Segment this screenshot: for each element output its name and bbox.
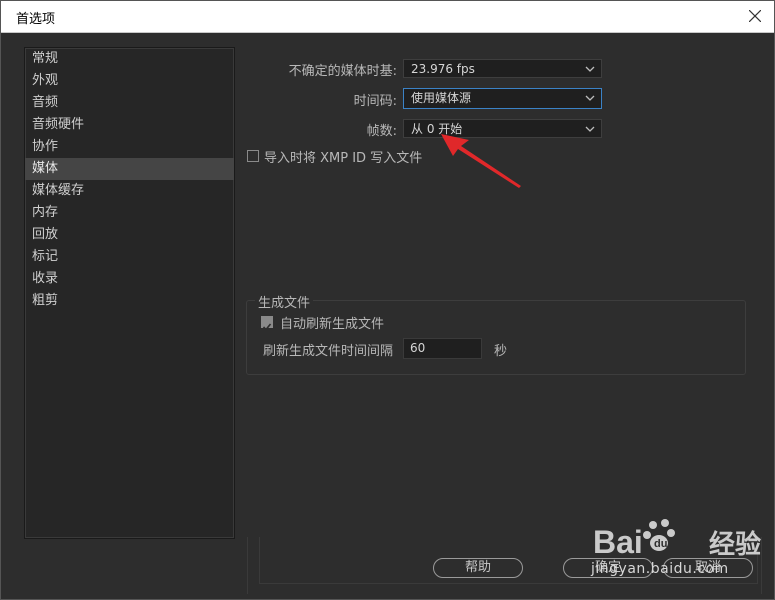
sidebar-item-markers[interactable]: 标记 <box>25 246 234 268</box>
xmp-checkbox[interactable] <box>247 150 259 162</box>
timecode-value: 使用媒体源 <box>411 91 472 105</box>
auto-refresh-checkbox[interactable] <box>261 316 273 331</box>
sidebar-item-media-cache[interactable]: 媒体缓存 <box>25 180 234 202</box>
svg-text:Bai: Bai <box>593 524 643 560</box>
help-button[interactable]: 帮助 <box>433 558 523 578</box>
sidebar-item-collaboration[interactable]: 协作 <box>25 136 234 158</box>
category-list: 常规 外观 音频 音频硬件 协作 媒体 媒体缓存 内存 回放 标记 收录 粗剪 <box>24 47 235 539</box>
generated-files-group <box>246 300 746 375</box>
watermark-brand: 经验 <box>709 529 761 559</box>
svg-text:du: du <box>654 538 667 550</box>
baidu-paw-icon: du <box>643 519 675 551</box>
title-bar: 首选项 <box>1 1 774 33</box>
annotation-arrow <box>441 134 521 188</box>
generated-files-title: 生成文件 <box>255 292 314 311</box>
close-icon <box>749 10 761 22</box>
watermark-url: jingyan.baidu.com <box>591 561 729 577</box>
timebase-dropdown[interactable]: 23.976 fps <box>403 59 602 78</box>
sidebar-item-media[interactable]: 媒体 <box>25 158 234 180</box>
sidebar-item-ingest[interactable]: 收录 <box>25 268 234 290</box>
chevron-down-icon <box>585 95 595 101</box>
sidebar-item-appearance[interactable]: 外观 <box>25 70 234 92</box>
checkmark-icon <box>262 323 272 331</box>
preferences-dialog: 首选项 常规 外观 音频 音频硬件 协作 媒体 媒体缓存 内存 回放 标记 收录… <box>0 0 775 600</box>
auto-refresh-label: 自动刷新生成文件 <box>280 317 385 332</box>
timebase-value: 23.976 fps <box>411 62 475 76</box>
close-button[interactable] <box>742 4 768 28</box>
chevron-down-icon <box>585 66 595 72</box>
timecode-dropdown[interactable]: 使用媒体源 <box>403 88 602 109</box>
sidebar-item-audio-hardware[interactable]: 音频硬件 <box>25 114 234 136</box>
xmp-checkbox-label: 导入时将 XMP ID 写入文件 <box>264 151 423 166</box>
sidebar-item-general[interactable]: 常规 <box>25 48 234 70</box>
refresh-interval-input[interactable]: 60 <box>403 338 482 359</box>
chevron-down-icon <box>585 126 595 132</box>
refresh-interval-label: 刷新生成文件时间间隔 <box>263 344 394 359</box>
timecode-label: 时间码: <box>353 94 397 109</box>
sidebar-item-trim[interactable]: 粗剪 <box>25 290 234 312</box>
sidebar-item-playback[interactable]: 回放 <box>25 224 234 246</box>
sidebar-item-audio[interactable]: 音频 <box>25 92 234 114</box>
refresh-interval-unit: 秒 <box>494 344 508 359</box>
frames-label: 帧数: <box>366 124 397 139</box>
window-title: 首选项 <box>16 12 56 27</box>
timebase-label: 不确定的媒体时基: <box>288 64 397 79</box>
sidebar-item-memory[interactable]: 内存 <box>25 202 234 224</box>
